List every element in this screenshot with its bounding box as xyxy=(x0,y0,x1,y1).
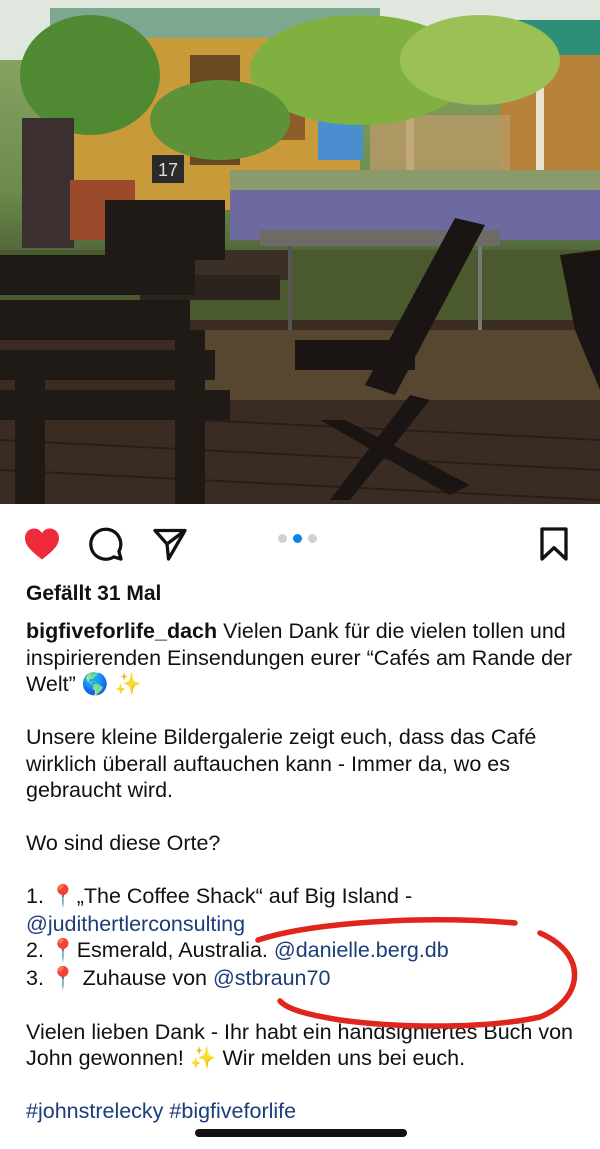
heart-icon xyxy=(25,528,59,560)
list-item-text: Zuhause von xyxy=(76,965,213,990)
svg-text:17: 17 xyxy=(158,160,178,180)
caption-list-item-3: 3. 📍 Zuhause von @stbraun70 xyxy=(26,965,576,993)
list-number: 1. xyxy=(26,884,44,908)
home-indicator[interactable] xyxy=(195,1129,407,1137)
cafe-garden-image: 17 xyxy=(0,0,600,504)
comment-icon xyxy=(89,527,123,561)
like-count[interactable]: Gefällt 31 Mal xyxy=(26,582,161,606)
mention-link[interactable]: @judithertlerconsulting xyxy=(26,912,245,936)
caption-question: Wo sind diese Orte? xyxy=(26,831,221,855)
carousel-indicator xyxy=(278,534,317,543)
pin-icon: 📍 xyxy=(49,884,77,909)
send-icon xyxy=(153,528,187,561)
list-number: 3. xyxy=(26,965,44,990)
pin-icon: 📍 xyxy=(49,938,77,963)
caption-paragraph-2: Unsere kleine Bildergalerie zeigt euch, … xyxy=(26,725,537,802)
post-caption: bigfiveforlife_dach Vielen Dank für die … xyxy=(26,618,576,1125)
caption-intro: bigfiveforlife_dach Vielen Dank für die … xyxy=(26,618,576,698)
pin-icon: 📍 xyxy=(49,965,77,991)
mention-link[interactable]: @danielle.berg.db xyxy=(274,938,449,962)
caption-list-item-2: 2. 📍Esmerald, Australia. @danielle.berg.… xyxy=(26,937,576,965)
carousel-dot xyxy=(278,534,287,543)
save-button[interactable] xyxy=(534,524,574,564)
caption-list-item-1: 1. 📍„The Coffee Shack“ auf Big Island - … xyxy=(26,883,576,937)
post-photo[interactable]: 17 xyxy=(0,0,600,504)
caption-hashtags[interactable]: #johnstrelecky #bigfiveforlife xyxy=(26,1098,576,1125)
list-item-text: „The Coffee Shack“ auf Big Island - xyxy=(76,884,413,908)
carousel-dot-active xyxy=(293,534,302,543)
caption-username[interactable]: bigfiveforlife_dach xyxy=(26,619,217,643)
carousel-dot xyxy=(308,534,317,543)
mention-link[interactable]: @stbraun70 xyxy=(213,966,330,990)
share-button[interactable] xyxy=(150,524,190,564)
caption-thanks: Vielen lieben Dank - Ihr habt ein handsi… xyxy=(26,1019,574,1071)
bookmark-icon xyxy=(540,527,568,561)
like-button[interactable] xyxy=(22,524,62,564)
list-number: 2. xyxy=(26,938,44,962)
comment-button[interactable] xyxy=(86,524,126,564)
list-item-text: Esmerald, Australia. xyxy=(76,938,274,962)
